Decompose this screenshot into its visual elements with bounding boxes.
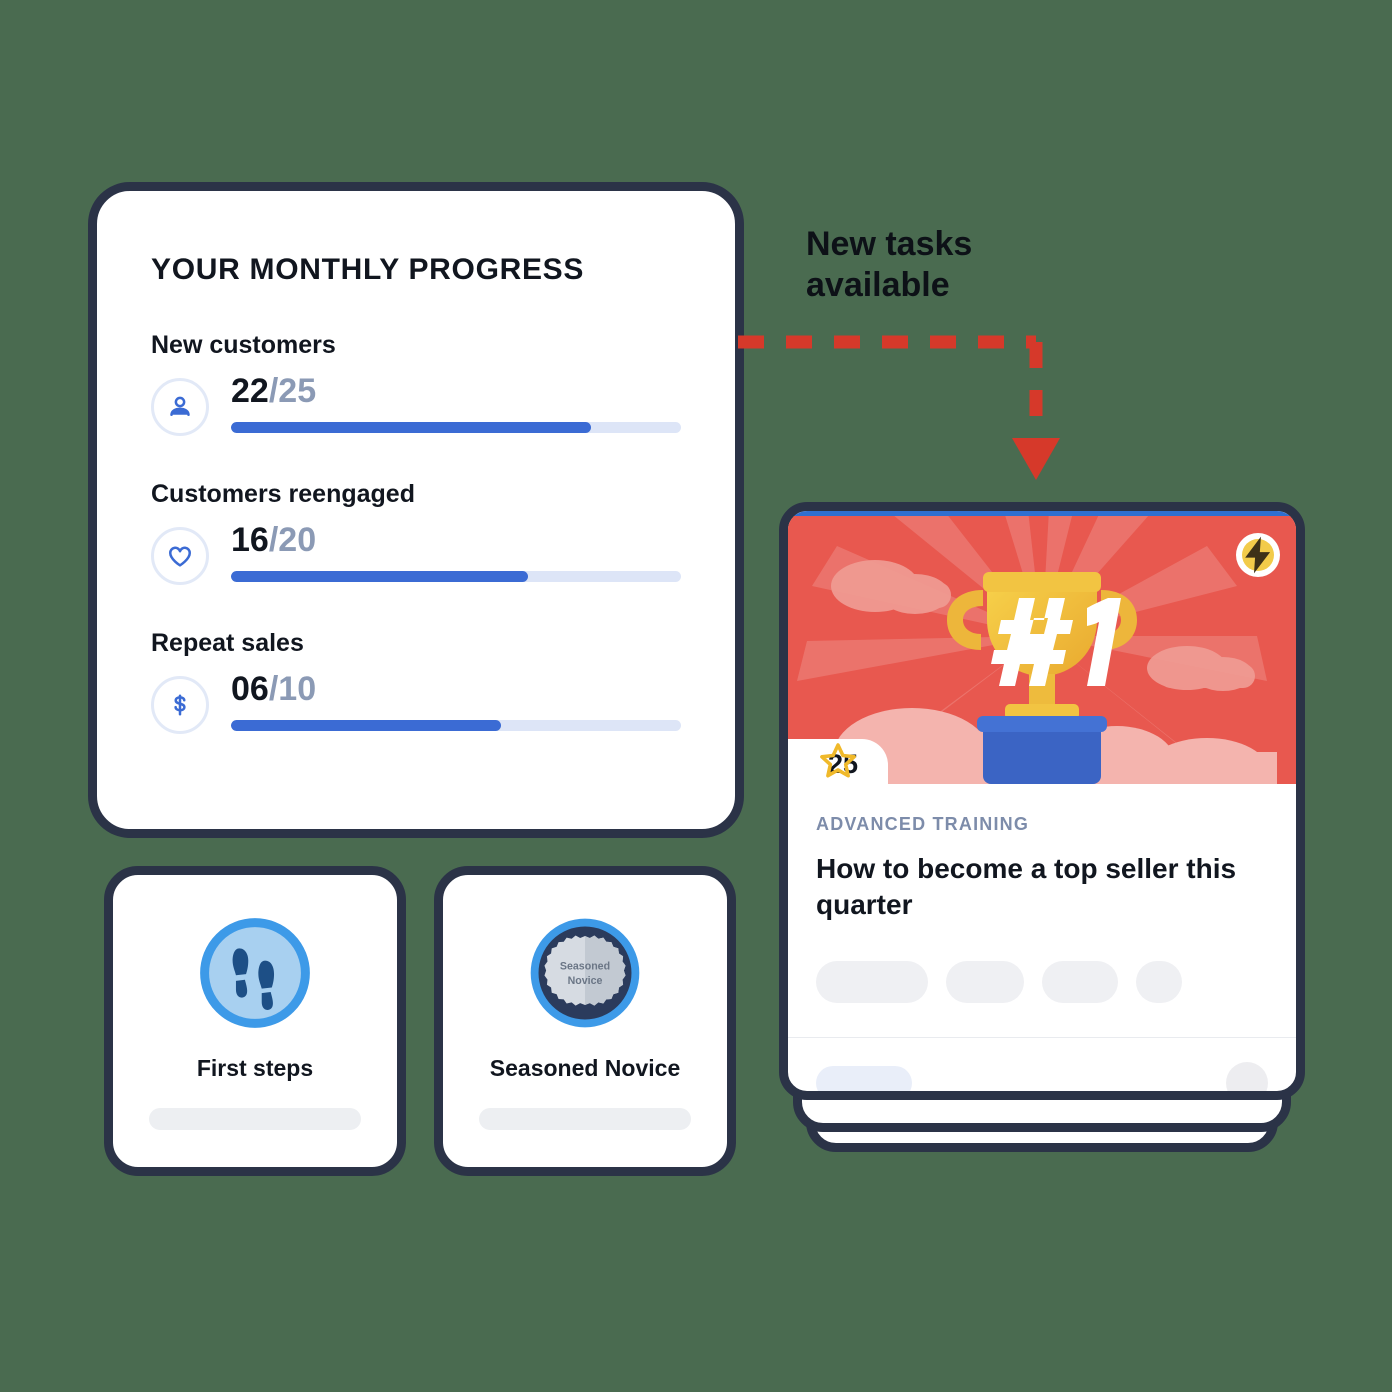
metric-total: 10: [278, 670, 317, 708]
metric-total: 25: [278, 372, 317, 410]
medal-text-line1: Seasoned: [560, 961, 610, 973]
progress-bar-track: [231, 570, 681, 582]
page-title: YOUR MONTHLY PROGRESS: [151, 253, 585, 286]
lightning-bolt-badge: [1236, 533, 1280, 577]
progress-bar-fill: [231, 719, 501, 731]
medal-text-line2: Novice: [568, 975, 603, 987]
metric-current: 22: [231, 372, 269, 410]
metric-repeat-sales: Repeat sales 06/10: [151, 629, 681, 734]
task-card[interactable]: 25 ADVANCED TRAINING How to become a top…: [779, 502, 1305, 1100]
metric-label: Customers reengaged: [151, 480, 415, 508]
progress-bar-fill: [231, 421, 591, 433]
achievement-card-seasoned-novice[interactable]: Seasoned Novice Seasoned Novice: [434, 866, 736, 1176]
footprints-badge-icon: [199, 917, 311, 1029]
metric-total: 20: [278, 521, 317, 559]
heart-icon: [151, 527, 209, 585]
badge-label: First steps: [196, 1055, 314, 1081]
progress-bar-track: [231, 719, 681, 731]
task-tag-placeholders: [816, 960, 1268, 1037]
placeholder-chip: [946, 960, 1024, 1003]
metric-value: 06/10: [231, 670, 681, 708]
metric-label: Repeat sales: [151, 629, 304, 657]
person-icon: [151, 378, 209, 436]
lightning-bolt-icon: [1242, 536, 1274, 574]
task-card-body: ADVANCED TRAINING How to become a top se…: [788, 784, 1296, 1037]
metric-value: 22/25: [231, 372, 681, 410]
metric-current: 06: [231, 670, 269, 708]
footer-placeholder-avatar: [1226, 1061, 1268, 1091]
badge-placeholder-bar: [479, 1108, 691, 1130]
seasoned-novice-medal-icon: Seasoned Novice: [529, 917, 641, 1029]
achievement-card-first-steps[interactable]: First steps: [104, 866, 406, 1176]
metric-separator: /: [268, 521, 279, 559]
dollar-icon: [151, 676, 209, 734]
rating-badge: 25: [788, 739, 889, 784]
placeholder-chip: [1136, 960, 1182, 1003]
trophy-hero-image: 25: [788, 516, 1296, 784]
progress-bar-fill: [231, 570, 528, 582]
badge-label: Seasoned Novice: [489, 1055, 681, 1081]
task-card-footer: [788, 1038, 1296, 1091]
metric-new-customers: New customers 22/25: [151, 331, 681, 436]
progress-bar-track: [231, 421, 681, 433]
task-title: How to become a top seller this quarter: [816, 853, 1237, 920]
metric-value: 16/20: [231, 521, 681, 559]
placeholder-chip: [816, 960, 928, 1003]
badge-placeholder-bar: [149, 1108, 361, 1130]
metric-current: 16: [231, 521, 269, 559]
illustration-stage: YOUR MONTHLY PROGRESS New customers 22/2…: [0, 0, 1392, 1392]
placeholder-chip: [1042, 960, 1118, 1003]
footer-placeholder-pill: [816, 1065, 912, 1091]
metric-label: New customers: [151, 331, 336, 359]
monthly-progress-card: YOUR MONTHLY PROGRESS New customers 22/2…: [88, 182, 744, 838]
annotation-label: New tasks available: [806, 225, 973, 305]
metric-customers-reengaged: Customers reengaged 16/20: [151, 480, 681, 585]
task-category-label: ADVANCED TRAINING: [816, 814, 1030, 834]
metric-separator: /: [268, 372, 279, 410]
metric-separator: /: [268, 670, 279, 708]
dashed-elbow-arrow-down: [720, 320, 1080, 500]
